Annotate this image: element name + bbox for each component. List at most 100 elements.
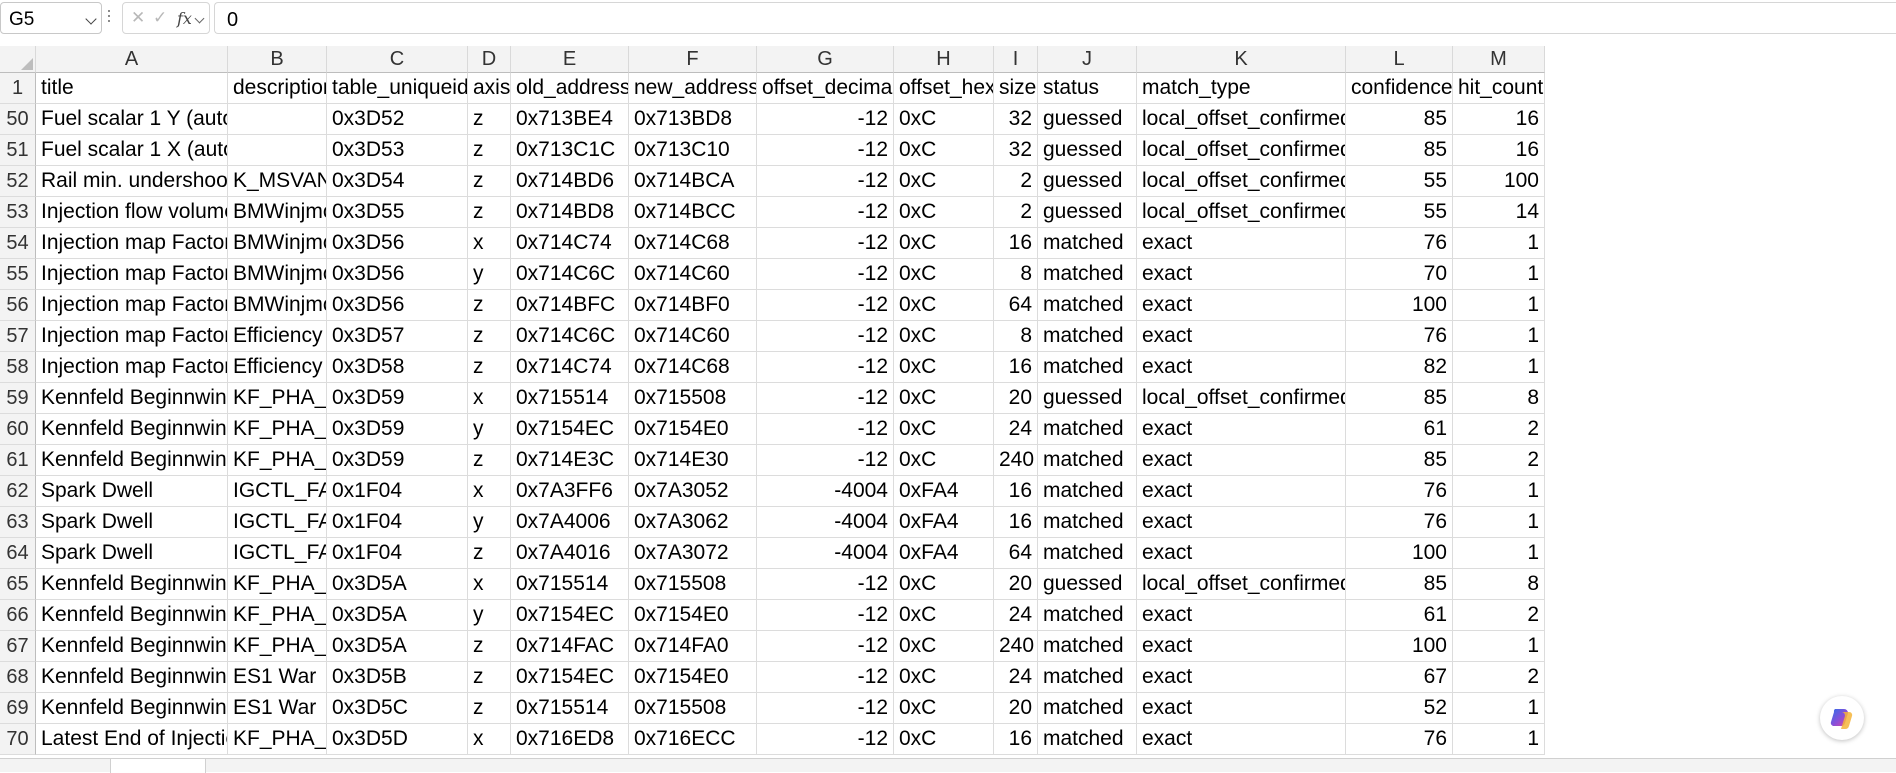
table-cell[interactable]: 76 [1346,476,1453,507]
table-cell[interactable]: matched [1038,724,1137,755]
table-cell[interactable]: 8 [994,259,1038,290]
table-cell[interactable]: -12 [757,352,894,383]
table-cell[interactable]: matched [1038,414,1137,445]
column-header-h[interactable]: H [894,46,994,73]
table-cell[interactable]: 2 [994,166,1038,197]
table-cell[interactable]: x [468,228,511,259]
table-cell[interactable]: BMWinjmo [228,197,327,228]
table-cell[interactable]: -12 [757,166,894,197]
table-cell[interactable]: 0x7A3052 [629,476,757,507]
table-cell[interactable]: z [468,290,511,321]
table-cell[interactable]: 0x3D55 [327,197,468,228]
row-header[interactable]: 50 [0,104,36,135]
row-header[interactable]: 65 [0,569,36,600]
table-cell[interactable]: 0xC [894,414,994,445]
table-cell[interactable]: y [468,600,511,631]
table-cell[interactable]: 85 [1346,383,1453,414]
table-cell[interactable]: 0xFA4 [894,507,994,538]
table-cell[interactable]: -12 [757,724,894,755]
table-cell[interactable]: 0x714C74 [511,228,629,259]
column-header-g[interactable]: G [757,46,894,73]
table-cell[interactable]: Injection map Factor [36,352,228,383]
table-cell[interactable]: 1 [1453,507,1545,538]
table-cell[interactable]: 1 [1453,352,1545,383]
table-cell[interactable]: 0x715514 [511,569,629,600]
header-cell-j[interactable]: status [1038,73,1137,104]
table-cell[interactable]: 24 [994,662,1038,693]
table-cell[interactable]: IGCTL_FAC [228,507,327,538]
table-cell[interactable]: 0x3D57 [327,321,468,352]
table-cell[interactable]: 1 [1453,538,1545,569]
table-cell[interactable]: z [468,538,511,569]
table-cell[interactable]: matched [1038,321,1137,352]
column-header-i[interactable]: I [994,46,1038,73]
table-cell[interactable]: guessed [1038,104,1137,135]
table-cell[interactable]: 0xC [894,693,994,724]
table-cell[interactable]: K_MSVANS [228,166,327,197]
table-cell[interactable]: 0x3D5D [327,724,468,755]
table-cell[interactable]: Injection map Factor E [36,259,228,290]
column-header-b[interactable]: B [228,46,327,73]
table-cell[interactable]: 2 [1453,600,1545,631]
header-cell-a[interactable]: title [36,73,228,104]
table-cell[interactable]: KF_PHA_H [228,600,327,631]
table-cell[interactable]: 16 [994,724,1038,755]
table-cell[interactable]: 16 [994,476,1038,507]
table-cell[interactable]: 0x713BE4 [511,104,629,135]
table-cell[interactable]: 0x714BCC [629,197,757,228]
table-cell[interactable]: 0x3D5A [327,631,468,662]
table-cell[interactable]: 0x1F04 [327,476,468,507]
table-cell[interactable]: 1 [1453,290,1545,321]
table-cell[interactable]: 100 [1346,631,1453,662]
table-cell[interactable]: 0xC [894,662,994,693]
column-header-f[interactable]: F [629,46,757,73]
table-cell[interactable]: BMWinjmo [228,228,327,259]
table-cell[interactable]: 2 [1453,662,1545,693]
table-cell[interactable]: Efficiency H [228,352,327,383]
table-cell[interactable]: 61 [1346,414,1453,445]
header-cell-l[interactable]: confidence [1346,73,1453,104]
table-cell[interactable]: 0x714FA0 [629,631,757,662]
table-cell[interactable]: 0x3D52 [327,104,468,135]
table-cell[interactable]: 0xC [894,445,994,476]
table-cell[interactable]: 0xFA4 [894,538,994,569]
table-cell[interactable]: 0x7A3062 [629,507,757,538]
header-cell-c[interactable]: table_uniqueid [327,73,468,104]
table-cell[interactable]: matched [1038,352,1137,383]
table-cell[interactable]: Fuel scalar 1 Y (autogen) [36,104,228,135]
table-cell[interactable]: 0x714BFC [511,290,629,321]
row-header[interactable]: 63 [0,507,36,538]
table-cell[interactable]: 0x714FAC [511,631,629,662]
formula-input[interactable]: 0 [214,2,1896,34]
table-cell[interactable]: 240 [994,631,1038,662]
table-cell[interactable]: exact [1137,507,1346,538]
header-cell-m[interactable]: hit_count [1453,73,1545,104]
table-cell[interactable]: x [468,724,511,755]
table-cell[interactable]: Spark Dwell [36,476,228,507]
table-cell[interactable]: 240 [994,445,1038,476]
row-header[interactable]: 58 [0,352,36,383]
enter-icon[interactable]: ✓ [153,8,167,28]
more-options-icon[interactable] [107,10,111,26]
column-header-c[interactable]: C [327,46,468,73]
table-cell[interactable]: 61 [1346,600,1453,631]
table-cell[interactable]: exact [1137,228,1346,259]
sheet-tab-active[interactable] [110,759,206,773]
table-cell[interactable]: 0xC [894,259,994,290]
table-cell[interactable]: 85 [1346,445,1453,476]
table-cell[interactable]: 0x714C60 [629,321,757,352]
table-cell[interactable]: KF_PHA_H [228,631,327,662]
table-cell[interactable]: 0x3D59 [327,383,468,414]
table-cell[interactable]: 0x713C1C [511,135,629,166]
row-header[interactable]: 56 [0,290,36,321]
column-header-d[interactable]: D [468,46,511,73]
row-header[interactable]: 64 [0,538,36,569]
table-cell[interactable]: 0xC [894,724,994,755]
table-cell[interactable]: y [468,507,511,538]
table-cell[interactable]: KF_PHA_H [228,445,327,476]
table-cell[interactable]: 1 [1453,321,1545,352]
table-cell[interactable]: 0xC [894,104,994,135]
table-cell[interactable]: 16 [994,352,1038,383]
table-cell[interactable]: 70 [1346,259,1453,290]
table-cell[interactable]: 0x7A3072 [629,538,757,569]
